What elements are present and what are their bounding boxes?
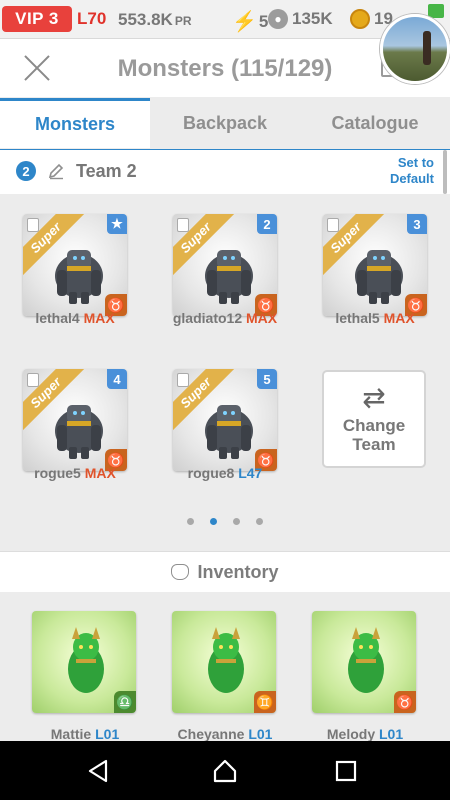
green-dragon-monster-icon — [348, 627, 384, 693]
inventory-name-text: Mattie — [50, 726, 92, 742]
set-default-button[interactable]: Set to Default — [390, 155, 434, 187]
gold-counter[interactable]: 19 — [350, 9, 393, 29]
inventory-grid: ♎ Mattie L01 ♊ Cheyanne L01 ♉ Melody L01 — [0, 592, 450, 742]
avatar[interactable] — [380, 14, 450, 84]
back-icon[interactable] — [86, 758, 112, 784]
monster-name-text: rogue8 — [187, 465, 235, 481]
add-currency-icon[interactable] — [428, 4, 444, 18]
monster-name-text: rogue5 — [34, 465, 81, 481]
team-monsters-grid: Super ★ ♉ lethal4 MAX Super 2 ♉ gladiato — [0, 194, 450, 550]
monster-name: rogue5 MAX — [0, 465, 150, 481]
team-selector: 2 Team 2 Set to Default — [0, 149, 450, 195]
document-icon — [327, 218, 339, 232]
slot-number-badge: 2 — [257, 214, 277, 234]
monster-face-icon — [171, 564, 190, 580]
monster-level: L47 — [238, 465, 263, 481]
page-dot[interactable] — [187, 518, 194, 525]
inventory-level: L01 — [95, 726, 120, 742]
energy-counter[interactable]: ⚡ 5 — [232, 9, 268, 34]
swap-arrows-icon: ⇄ — [362, 382, 386, 413]
golem-monster-icon — [205, 250, 253, 304]
player-level: L70 — [77, 9, 107, 28]
monster-card[interactable]: Super 3 ♉ — [323, 214, 427, 316]
change-team-button[interactable]: ⇄ Change Team — [322, 370, 426, 468]
monster-card[interactable]: Super 5 ♉ — [173, 369, 277, 471]
energy-value: 5 — [258, 11, 269, 31]
taurus-icon: ♉ — [394, 691, 416, 713]
green-dragon-monster-icon — [68, 627, 104, 693]
gemini-icon: ♊ — [254, 691, 276, 713]
tab-bar: Monsters Backpack Catalogue — [0, 98, 450, 148]
document-icon — [27, 373, 39, 387]
document-icon — [177, 218, 189, 232]
food-counter[interactable]: ● 135K — [268, 9, 333, 29]
monster-name-text: lethal4 — [35, 310, 80, 326]
monster-card[interactable]: Super 2 ♉ — [173, 214, 277, 316]
document-icon — [27, 218, 39, 232]
avatar-person-icon — [423, 31, 431, 65]
inventory-name-text: Melody — [326, 726, 376, 742]
vip-badge[interactable]: VIP 3 — [2, 6, 72, 32]
monster-name: lethal5 MAX — [300, 310, 450, 326]
monster-name: gladiato12 MAX — [150, 310, 300, 326]
golem-monster-icon — [55, 250, 103, 304]
slot-number-badge: 5 — [257, 369, 277, 389]
inventory-card[interactable]: ♉ — [312, 611, 416, 713]
monster-level: MAX — [84, 465, 116, 481]
tab-catalogue[interactable]: Catalogue — [300, 98, 450, 148]
slot-number-badge: 3 — [407, 214, 427, 234]
power-unit: PR — [174, 14, 192, 28]
page-indicator — [0, 518, 450, 525]
inventory-name-text: Cheyanne — [177, 726, 245, 742]
team-name[interactable]: Team 2 — [76, 161, 137, 182]
team-number-badge: 2 — [16, 161, 36, 181]
scrollbar[interactable] — [443, 150, 447, 194]
inventory-header: Inventory — [0, 551, 450, 593]
inventory-level: L01 — [248, 726, 273, 742]
monster-name-text: lethal5 — [335, 310, 380, 326]
page-dot-active[interactable] — [210, 518, 217, 525]
monster-card[interactable]: Super ★ ♉ — [23, 214, 127, 316]
golem-monster-icon — [355, 250, 403, 304]
food-value: 135K — [292, 9, 333, 28]
inventory-title: Inventory — [197, 561, 279, 582]
system-nav-bar — [0, 741, 450, 800]
monster-level: MAX — [383, 310, 415, 326]
inventory-card[interactable]: ♎ — [32, 611, 136, 713]
document-icon — [177, 373, 189, 387]
home-icon[interactable] — [212, 758, 238, 784]
monster-card[interactable]: Super 4 ♉ — [23, 369, 127, 471]
inventory-card[interactable]: ♊ — [172, 611, 276, 713]
tab-backpack[interactable]: Backpack — [150, 98, 300, 148]
inventory-name: Melody L01 — [290, 726, 440, 742]
recents-icon[interactable] — [333, 758, 359, 784]
monster-name: rogue8 L47 — [150, 465, 300, 481]
lightning-icon: ⚡ — [232, 11, 257, 33]
libra-icon: ♎ — [114, 691, 136, 713]
inventory-name: Mattie L01 — [10, 726, 160, 742]
inventory-level: L01 — [379, 726, 404, 742]
monster-level: MAX — [246, 310, 278, 326]
slot-number-badge: 4 — [107, 369, 127, 389]
inventory-name: Cheyanne L01 — [150, 726, 300, 742]
coin-icon — [350, 9, 370, 29]
golem-monster-icon — [205, 405, 253, 459]
golem-monster-icon — [55, 405, 103, 459]
monster-name: lethal4 MAX — [0, 310, 150, 326]
power-rating: 553.8K PR — [118, 10, 192, 30]
power-value: 553.8K — [118, 10, 173, 29]
paw-icon: ● — [268, 9, 288, 29]
page-dot[interactable] — [233, 518, 240, 525]
page-dot[interactable] — [256, 518, 263, 525]
star-icon: ★ — [107, 214, 127, 234]
green-dragon-monster-icon — [208, 627, 244, 693]
tab-monsters[interactable]: Monsters — [0, 98, 150, 148]
monster-name-text: gladiato12 — [172, 310, 243, 326]
monster-level: MAX — [83, 310, 115, 326]
change-team-label: Change Team — [342, 416, 406, 454]
pencil-icon[interactable] — [47, 162, 65, 180]
